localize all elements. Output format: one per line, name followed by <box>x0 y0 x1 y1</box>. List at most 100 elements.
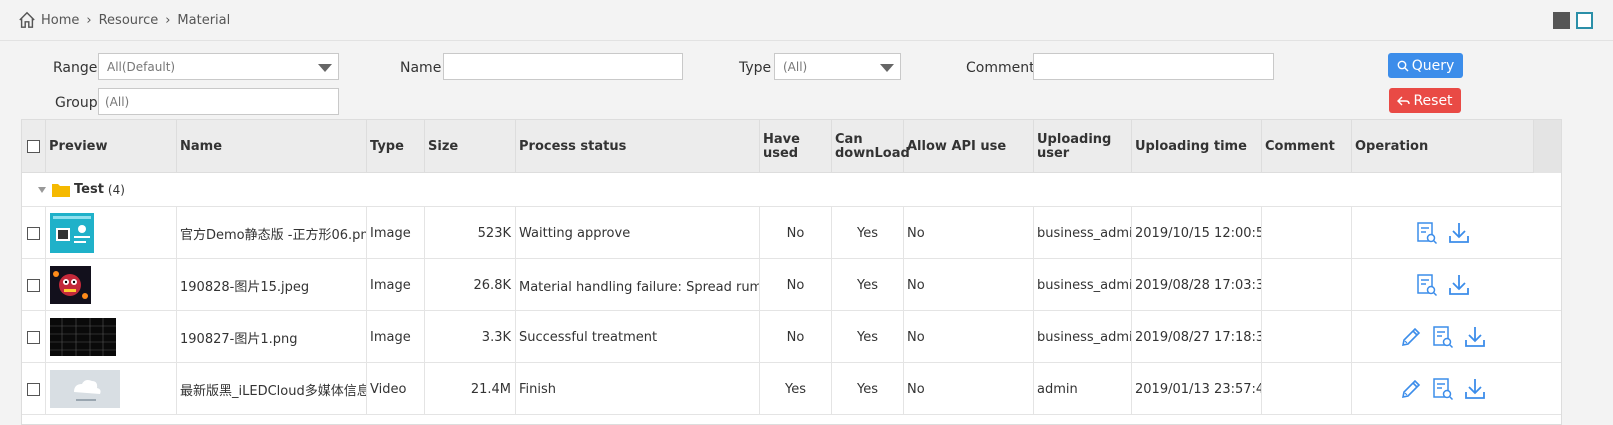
row-checkbox-cell <box>22 311 46 363</box>
type-select-value: (All) <box>783 60 808 74</box>
header-have-used[interactable]: Have used <box>760 120 832 173</box>
comment-cell <box>1262 259 1352 311</box>
allow-api-cell: No <box>904 259 1034 311</box>
breadcrumb-material: Material <box>177 12 231 28</box>
light-square-icon[interactable] <box>1576 12 1593 29</box>
breadcrumb: Home › Resource › Material <box>18 11 230 29</box>
view-details-icon[interactable] <box>1415 221 1439 245</box>
time-cell: 2019/08/28 17:03:39 <box>1132 259 1262 311</box>
range-select[interactable]: All(Default) <box>98 53 339 80</box>
type-cell: Image <box>367 311 425 363</box>
allow-api-cell: No <box>904 311 1034 363</box>
have-used-cell: No <box>760 311 832 363</box>
status-cell: Material handling failure: Spread rumors… <box>516 259 760 311</box>
breadcrumb-resource[interactable]: Resource <box>99 13 159 28</box>
have-used-cell: No <box>760 259 832 311</box>
search-icon <box>1397 60 1409 71</box>
preview-cell <box>46 207 177 259</box>
header-uploading-user[interactable]: Uploading user <box>1034 120 1132 173</box>
preview-thumbnail[interactable] <box>50 318 116 356</box>
reset-button-label: Reset <box>1413 92 1453 109</box>
chevron-right-icon: › <box>86 12 92 28</box>
table-row[interactable]: 最新版黑_iLEDCloud多媒体信息发 Video 21.4M Finish … <box>22 363 1561 415</box>
table-row[interactable]: 190827-图片1.png Image 3.3K Successful tre… <box>22 311 1561 363</box>
size-cell: 21.4M <box>425 363 516 415</box>
range-label: Range <box>53 60 98 76</box>
table-row[interactable]: 官方Demo静态版 -正方形06.png Image 523K Waitting… <box>22 207 1561 259</box>
folder-icon <box>52 184 70 197</box>
download-icon[interactable] <box>1463 325 1487 349</box>
row-checkbox-cell <box>22 259 46 311</box>
name-cell: 官方Demo静态版 -正方形06.png <box>177 207 367 259</box>
header-can-download[interactable]: Can downLoad <box>832 120 910 173</box>
top-bar: Home › Resource › Material <box>0 0 1613 41</box>
user-cell: business_admin <box>1034 207 1132 259</box>
chevron-right-icon: › <box>165 12 171 28</box>
type-cell: Image <box>367 259 425 311</box>
size-cell: 3.3K <box>425 311 516 363</box>
preview-cell <box>46 363 177 415</box>
header-size[interactable]: Size <box>425 120 516 173</box>
can-download-cell: Yes <box>832 311 904 363</box>
row-checkbox[interactable] <box>27 330 40 344</box>
header-uploading-time[interactable]: Uploading time <box>1132 120 1262 173</box>
name-cell: 最新版黑_iLEDCloud多媒体信息发 <box>177 363 367 415</box>
can-download-cell: Yes <box>832 259 904 311</box>
scrollbar-track[interactable] <box>1534 120 1561 173</box>
header-comment[interactable]: Comment <box>1262 120 1352 173</box>
material-table: Preview Name Type Size Process status Ha… <box>21 119 1562 425</box>
preview-thumbnail[interactable] <box>50 370 120 408</box>
group-count: (4) <box>107 182 125 197</box>
row-checkbox[interactable] <box>27 226 40 240</box>
filter-panel: Range All(Default) Name Type (All) Comme… <box>0 41 1613 119</box>
have-used-cell: Yes <box>760 363 832 415</box>
type-select[interactable]: (All) <box>774 53 901 80</box>
name-cell: 190828-图片15.jpeg <box>177 259 367 311</box>
preview-thumbnail[interactable] <box>50 266 91 304</box>
edit-pencil-icon[interactable] <box>1399 325 1423 349</box>
view-details-icon[interactable] <box>1431 325 1455 349</box>
header-name[interactable]: Name <box>177 120 367 173</box>
view-details-icon[interactable] <box>1415 273 1439 297</box>
comment-input[interactable] <box>1033 53 1274 80</box>
operation-cell <box>1352 311 1534 363</box>
header-process-status[interactable]: Process status <box>516 120 760 173</box>
header-type[interactable]: Type <box>367 120 425 173</box>
header-preview[interactable]: Preview <box>46 120 177 173</box>
row-checkbox[interactable] <box>27 278 40 292</box>
dark-square-icon[interactable] <box>1553 12 1570 29</box>
header-operation: Operation <box>1352 120 1534 173</box>
type-cell: Image <box>367 207 425 259</box>
table-row[interactable]: 190828-图片15.jpeg Image 26.8K Material ha… <box>22 259 1561 311</box>
status-cell: Successful treatment <box>516 311 760 363</box>
group-row[interactable]: Test (4) <box>22 173 1561 207</box>
preview-thumbnail[interactable] <box>50 213 94 253</box>
download-icon[interactable] <box>1447 221 1471 245</box>
group-input[interactable]: (All) <box>98 88 339 115</box>
name-label: Name <box>400 60 442 76</box>
select-all-checkbox[interactable] <box>27 140 40 153</box>
type-label: Type <box>739 60 772 76</box>
reset-button[interactable]: Reset <box>1389 88 1461 113</box>
query-button[interactable]: Query <box>1388 53 1463 78</box>
edit-pencil-icon[interactable] <box>1399 377 1423 401</box>
triangle-down-icon[interactable] <box>37 186 47 194</box>
header-allow-api[interactable]: Allow API use <box>904 120 1034 173</box>
breadcrumb-home[interactable]: Home <box>41 13 79 28</box>
preview-cell <box>46 259 177 311</box>
user-cell: business_admin <box>1034 259 1132 311</box>
time-cell: 2019/08/27 17:18:32 <box>1132 311 1262 363</box>
preview-cell <box>46 311 177 363</box>
name-input[interactable] <box>443 53 683 80</box>
can-download-cell: Yes <box>832 363 904 415</box>
download-icon[interactable] <box>1447 273 1471 297</box>
group-name: Test <box>74 182 104 197</box>
home-icon[interactable] <box>18 11 36 29</box>
view-details-icon[interactable] <box>1431 377 1455 401</box>
download-icon[interactable] <box>1463 377 1487 401</box>
comment-cell <box>1262 207 1352 259</box>
view-toggle <box>1553 12 1593 29</box>
row-operations <box>1415 221 1471 245</box>
caret-down-icon <box>318 64 332 72</box>
row-checkbox[interactable] <box>27 382 40 396</box>
